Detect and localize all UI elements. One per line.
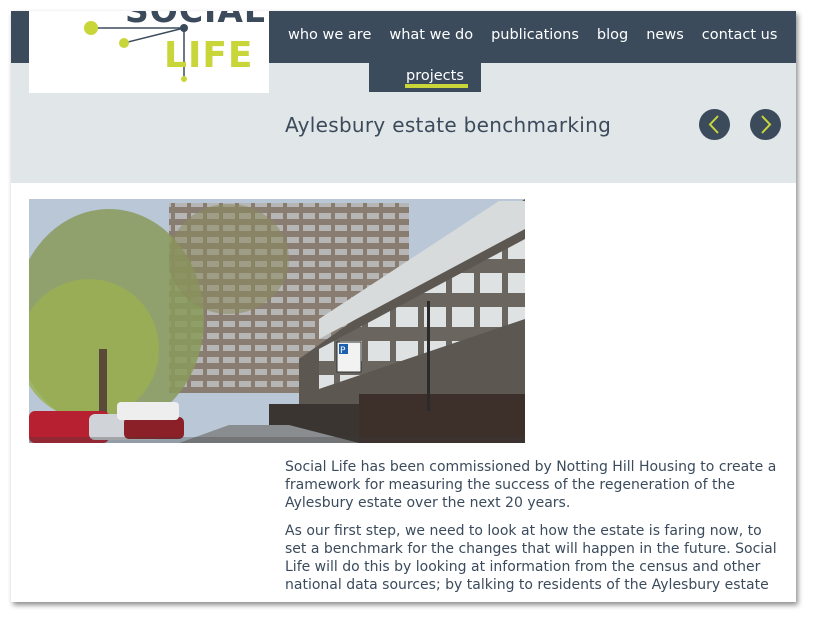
nav-item-who-we-are[interactable]: who we are: [279, 25, 380, 49]
parking-sign-letter: P: [340, 346, 346, 356]
site-logo[interactable]: SOCIAL LIFE: [29, 11, 269, 93]
main-nav: who we are what we do publications blog …: [279, 25, 786, 49]
paragraph: As our first step, we need to look at ho…: [285, 523, 777, 593]
subnav-projects-tab: projects: [369, 63, 481, 92]
page-title: Aylesbury estate benchmarking: [285, 113, 612, 137]
project-photo: P: [29, 199, 525, 443]
next-project-button[interactable]: [750, 109, 781, 140]
logo-dot: [119, 38, 129, 48]
nav-item-blog[interactable]: blog: [588, 25, 637, 49]
nav-item-what-we-do[interactable]: what we do: [380, 25, 482, 49]
paragraph: Social Life has been commissioned by Not…: [285, 459, 777, 511]
nav-item-contact-us[interactable]: contact us: [693, 25, 787, 49]
previous-project-button[interactable]: [699, 109, 730, 140]
logo-wordmark-social: SOCIAL: [125, 11, 266, 30]
logo-dot: [181, 76, 187, 82]
browser-viewport: SOCIAL LIFE who we are what we do public…: [11, 11, 796, 602]
aylesbury-estate-photo: P: [29, 199, 525, 443]
nav-item-publications[interactable]: publications: [482, 25, 588, 49]
nav-item-news[interactable]: news: [637, 25, 693, 49]
active-underline: [405, 84, 468, 88]
project-description: Social Life has been commissioned by Not…: [285, 458, 785, 602]
subnav-item-projects[interactable]: projects: [406, 68, 464, 84]
logo-wordmark-life: LIFE: [164, 35, 254, 76]
chevron-left-icon: [708, 115, 719, 134]
chevron-right-icon: [761, 115, 772, 134]
logo-dot: [84, 21, 98, 35]
